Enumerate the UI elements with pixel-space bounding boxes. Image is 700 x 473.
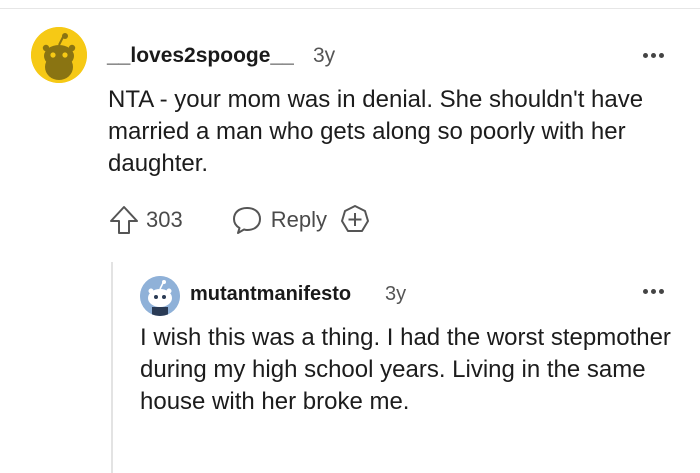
reply-label: Reply: [270, 207, 327, 232]
divider: [0, 8, 700, 9]
snoo-avatar-icon: [140, 276, 180, 316]
arrow-up-icon[interactable]: [108, 204, 140, 236]
comment-age: 3y: [385, 283, 407, 305]
more-options-icon[interactable]: [643, 53, 664, 58]
speech-bubble-icon: [232, 207, 261, 234]
comment-age: 3y: [313, 44, 336, 67]
snoo-avatar-icon: [31, 27, 87, 83]
comment-body: I wish this was a thing. I had the worst…: [140, 324, 671, 415]
add-award-icon[interactable]: [339, 204, 371, 236]
comment-body: NTA - your mom was in denial. She should…: [108, 86, 644, 177]
comment-author[interactable]: mutantmanifesto: [190, 283, 351, 306]
vote-count: 303: [146, 207, 183, 232]
comment-author[interactable]: __loves2spooge__: [107, 44, 294, 68]
thread-line[interactable]: [111, 262, 113, 473]
comment-thread: __loves2spooge__ 3y NTA - your mom was i…: [0, 0, 700, 473]
reply-button[interactable]: Reply: [231, 204, 327, 236]
comment-actions: 303 Reply: [108, 202, 371, 238]
avatar[interactable]: [31, 27, 87, 83]
avatar[interactable]: [140, 276, 180, 316]
more-options-icon[interactable]: [643, 289, 664, 294]
